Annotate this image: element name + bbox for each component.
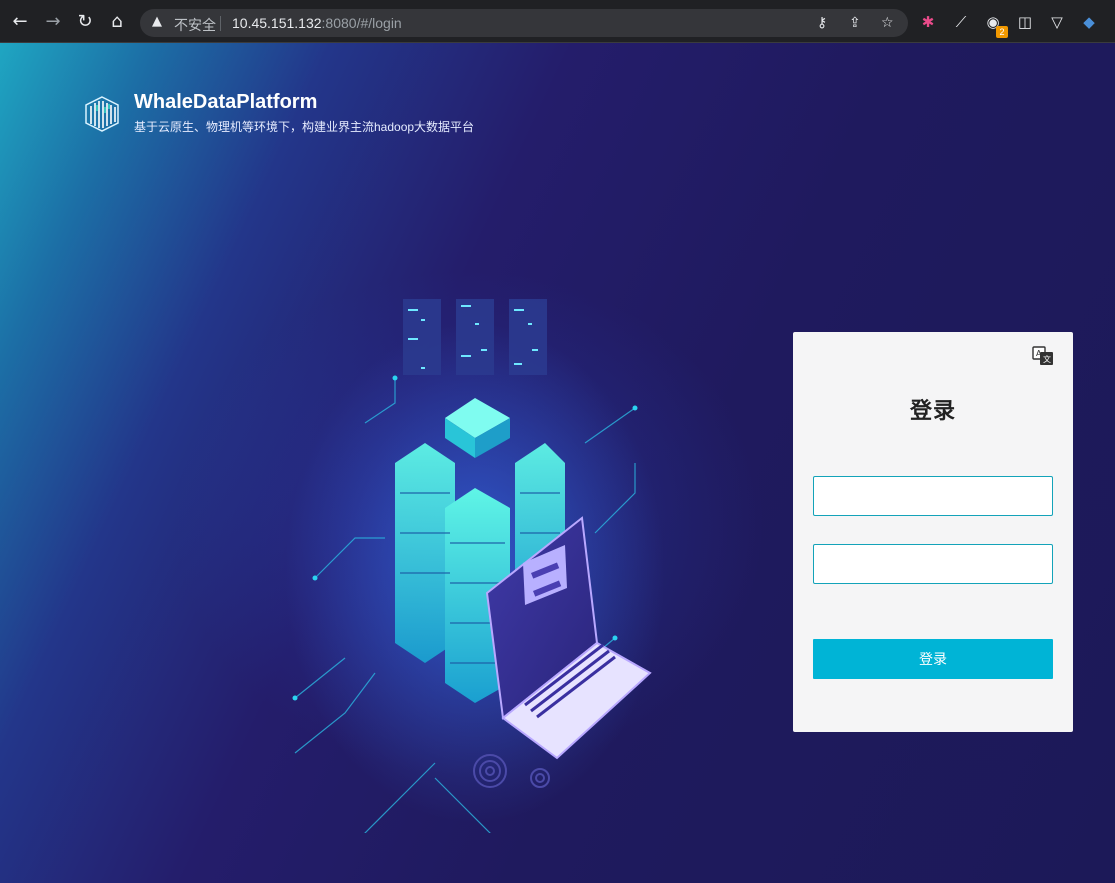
svg-text:A: A [1036,349,1042,358]
security-label[interactable]: 不安全 [174,15,216,35]
url-host: 10.45.151.132 [232,15,322,31]
url-text[interactable]: 10.45.151.132:8080/#/login [232,15,402,31]
reload-icon[interactable]: ↻ [74,11,96,33]
username-input[interactable] [813,476,1053,516]
brand-name: WhaleDataPlatform [134,91,318,113]
share-icon[interactable]: ⇪ [849,15,861,31]
url-path: :8080/#/login [321,15,402,31]
home-icon[interactable]: ⌂ [106,11,128,33]
key-icon[interactable]: ⚷ [817,15,827,31]
whale-logo-icon [85,96,119,132]
forward-icon[interactable]: → [42,11,64,33]
datacenter-illustration [285,299,665,833]
brand-subtitle: 基于云原生、物理机等环境下，构建业界主流hadoop大数据平台 [134,120,475,134]
browser-toolbar: ← → ↻ ⌂ ▲ 不安全 10.45.151.132:8080/#/login… [0,0,1115,43]
extension-badge: 2 [996,26,1008,38]
translate-icon[interactable]: A 文 [1032,345,1054,367]
extension-asterisk-icon[interactable]: ✱ [918,12,938,32]
extension-vue-icon[interactable]: ▽ [1047,12,1067,32]
separator [220,16,221,31]
login-page: WhaleDataPlatform 基于云原生、物理机等环境下，构建业界主流ha… [0,43,1115,883]
extension-bird-icon[interactable]: ◆ [1079,12,1099,32]
login-button[interactable]: 登录 [813,639,1053,679]
login-card: A 文 登录 登录 [793,332,1073,732]
address-bar[interactable]: ▲ 不安全 10.45.151.132:8080/#/login ⚷ ⇪ ☆ [140,9,908,37]
warning-icon[interactable]: ▲ [152,14,162,29]
star-icon[interactable]: ☆ [881,15,894,31]
login-title: 登录 [909,398,956,423]
back-icon[interactable]: ← [9,11,31,33]
password-input[interactable] [813,544,1053,584]
extension-glasses-icon[interactable]: ◫ [1015,12,1035,32]
svg-text:文: 文 [1043,354,1051,364]
extension-chart-icon[interactable]: ⟋ [951,12,971,32]
